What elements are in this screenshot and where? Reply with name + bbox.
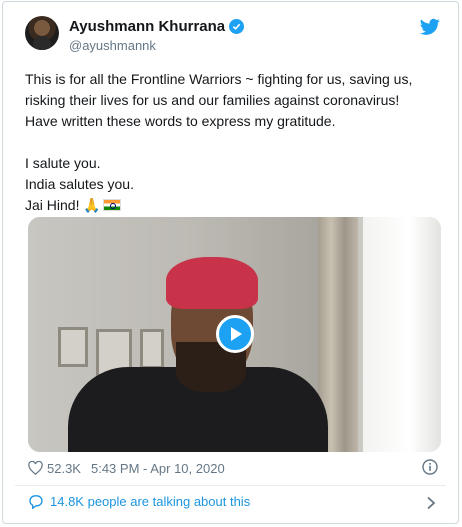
play-icon[interactable] — [216, 315, 254, 353]
jai-hind-text: Jai Hind! 🙏 — [25, 197, 101, 213]
wall-picture-frame — [58, 327, 88, 367]
avatar[interactable] — [25, 16, 59, 50]
info-icon[interactable] — [422, 459, 438, 475]
tweet-card: Ayushmann Khurrana @ayushmannk This is f… — [2, 1, 459, 524]
tweet-line-salute: I salute you. — [25, 155, 101, 171]
heart-icon[interactable] — [28, 461, 43, 475]
tweet-line: Have written these words to express my g… — [25, 113, 336, 129]
tweet-text: This is for all the Frontline Warriors ~… — [25, 69, 445, 216]
tweet-timestamp[interactable]: 5:43 PM - Apr 10, 2020 — [91, 461, 225, 476]
tweet-line: risking their lives for us and our famil… — [25, 92, 400, 108]
video-player[interactable] — [28, 217, 441, 452]
wall-picture-frame — [140, 329, 164, 369]
tweet-line-india: India salutes you. — [25, 176, 134, 192]
window — [363, 217, 441, 452]
chevron-right-icon[interactable] — [426, 496, 436, 510]
twitter-bird-icon[interactable] — [420, 18, 440, 36]
reply-bubble-icon — [29, 495, 43, 509]
person-bandana — [166, 257, 258, 309]
talking-about-text[interactable]: 14.8K people are talking about this — [50, 494, 250, 509]
verified-badge-icon — [229, 19, 245, 34]
author-name-row[interactable]: Ayushmann Khurrana — [69, 18, 245, 35]
india-flag-icon — [102, 199, 121, 211]
author-display-name[interactable]: Ayushmann Khurrana — [69, 18, 225, 35]
author-handle[interactable]: @ayushmannk — [69, 38, 156, 53]
tweet-meta: 52.3K 5:43 PM - Apr 10, 2020 — [28, 459, 225, 477]
divider — [15, 485, 446, 486]
tweet-header: Ayushmann Khurrana @ayushmannk — [25, 16, 444, 58]
conversation-link[interactable]: 14.8K people are talking about this — [28, 494, 250, 509]
tweet-line: This is for all the Frontline Warriors ~… — [25, 71, 413, 87]
tweet-line-jaihind: Jai Hind! 🙏 — [25, 195, 445, 216]
like-count[interactable]: 52.3K — [47, 461, 81, 476]
